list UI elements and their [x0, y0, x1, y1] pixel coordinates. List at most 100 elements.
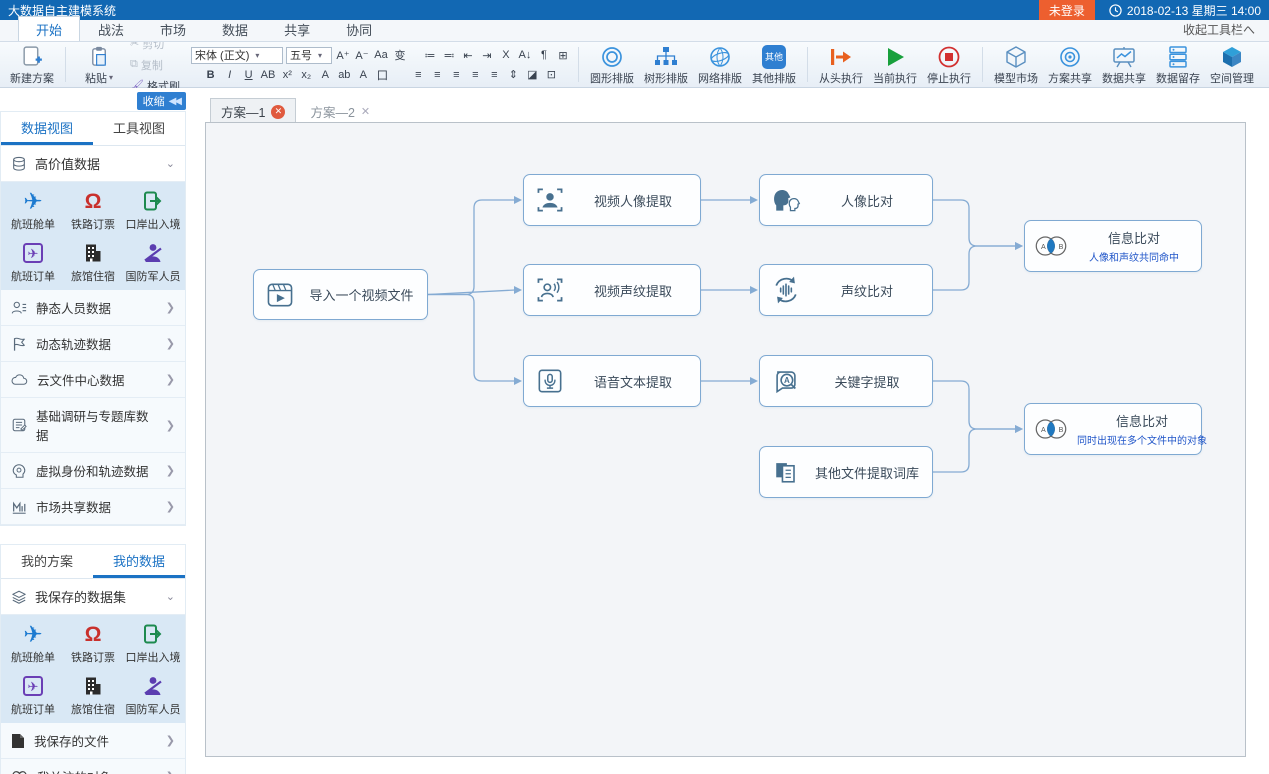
collapse-toolbar-button[interactable]: 收起工具栏へ	[1183, 21, 1255, 38]
login-status-badge[interactable]: 未登录	[1039, 0, 1095, 20]
section-high-value-data[interactable]: 高价值数据 ⌄	[1, 146, 185, 182]
font-style-button-2[interactable]: Aa	[373, 47, 389, 63]
model-market-button[interactable]: 模型市场	[990, 43, 1042, 87]
paste-icon	[88, 44, 111, 70]
paragraph-button-1[interactable]: ≕	[441, 47, 457, 63]
dataset-口岸出入境[interactable]: 口岸出入境	[123, 621, 183, 665]
flow-node-keyword-extract[interactable]: A关键字提取	[759, 355, 933, 407]
paragraph-align-button-2[interactable]: ≡	[448, 67, 464, 83]
section-saved-datasets[interactable]: 我保存的数据集 ⌄	[1, 579, 185, 615]
paragraph-align-button-1[interactable]: ≡	[429, 67, 445, 83]
copy-button[interactable]: ⧉复制	[127, 56, 183, 74]
paragraph-align-button-6[interactable]: ◪	[524, 67, 540, 83]
font-size-select[interactable]: 五号▾	[286, 47, 332, 64]
new-plan-button[interactable]: 新建方案	[6, 43, 58, 87]
close-tab-icon[interactable]: ✕	[271, 105, 285, 119]
dataset-航班订单[interactable]: ✈航班订单	[3, 673, 63, 717]
paragraph-button-2[interactable]: ⇤	[460, 47, 476, 63]
flow-node-face-extract[interactable]: 视频人像提取	[523, 174, 701, 226]
sidebar-tab-工具视图[interactable]: 工具视图	[93, 112, 185, 145]
sidebar-item-市场共享数据[interactable]: 市场共享数据❯	[1, 489, 185, 525]
dataset-铁路订票[interactable]: Ω铁路订票	[63, 188, 123, 232]
other-layout-button[interactable]: 其他其他排版	[748, 43, 800, 87]
font-format-button-4[interactable]: x²	[279, 67, 295, 83]
flow-node-other-files[interactable]: 其他文件提取词库	[759, 446, 933, 498]
flow-node-face-compare[interactable]: 人像比对	[759, 174, 933, 226]
close-tab-icon[interactable]: ✕	[361, 105, 370, 118]
paragraph-button-6[interactable]: ¶	[536, 47, 552, 63]
paragraph-align-button-0[interactable]: ≡	[410, 67, 426, 83]
sidebar-item-静态人员数据[interactable]: 静态人员数据❯	[1, 290, 185, 326]
data-share-button[interactable]: 数据共享	[1098, 43, 1150, 87]
sidebar-item-动态轨迹数据[interactable]: 动态轨迹数据❯	[1, 326, 185, 362]
paste-button[interactable]: 粘贴▾	[73, 43, 125, 87]
run-start-icon	[828, 44, 854, 70]
paragraph-align-button-4[interactable]: ≡	[486, 67, 502, 83]
dataset-航班订单[interactable]: ✈航班订单	[3, 240, 63, 284]
ribbon-tab-战法[interactable]: 战法	[80, 16, 142, 41]
font-format-button-9[interactable]: 囗	[374, 67, 390, 83]
sidebar-item-我保存的文件[interactable]: 我保存的文件❯	[1, 723, 185, 759]
plan-tab-2[interactable]: 方案—2✕	[300, 99, 380, 124]
circle-layout-button[interactable]: 圆形排版	[586, 43, 638, 87]
sidebar-tab-我的数据[interactable]: 我的数据	[93, 545, 185, 578]
paragraph-button-7[interactable]: ⊞	[555, 47, 571, 63]
flow-node-speech-text[interactable]: 语音文本提取	[523, 355, 701, 407]
plan-tab-1[interactable]: 方案—1✕	[210, 98, 296, 124]
network-layout-button[interactable]: 网络排版	[694, 43, 746, 87]
dataset-旅馆住宿[interactable]: 旅馆住宿	[63, 673, 123, 717]
paragraph-button-0[interactable]: ≔	[422, 47, 438, 63]
dataset-航班舱单[interactable]: ✈航班舱单	[3, 188, 63, 232]
stop-button[interactable]: 停止执行	[923, 43, 975, 87]
flow-node-info-compare-1[interactable]: AB信息比对人像和声纹共同命中	[1024, 220, 1202, 272]
ribbon-tab-市场[interactable]: 市场	[142, 16, 204, 41]
font-format-button-7[interactable]: ab	[336, 67, 352, 83]
sidebar-item-虚拟身份和轨迹数据[interactable]: 虚拟身份和轨迹数据❯	[1, 453, 185, 489]
tree-layout-button[interactable]: 树形排版	[640, 43, 692, 87]
paragraph-align-button-5[interactable]: ⇕	[505, 67, 521, 83]
plan-canvas[interactable]: 导入一个视频文件 视频人像提取视频声纹提取语音文本提取 人像比对声纹比对 A关键字提取…	[205, 122, 1246, 757]
sidebar-item-云文件中心数据[interactable]: 云文件中心数据❯	[1, 362, 185, 398]
font-format-button-6[interactable]: A	[317, 67, 333, 83]
font-family-select[interactable]: 宋体 (正文)▾	[191, 47, 283, 64]
font-format-button-3[interactable]: AB	[260, 67, 277, 83]
dataset-航班舱单[interactable]: ✈航班舱单	[3, 621, 63, 665]
data-retention-button[interactable]: 数据留存	[1152, 43, 1204, 87]
ribbon-tab-协同[interactable]: 协同	[328, 16, 390, 41]
dataset-口岸出入境[interactable]: 口岸出入境	[123, 188, 183, 232]
chevron-down-icon: ⌄	[166, 590, 175, 603]
plan-share-button[interactable]: 方案共享	[1044, 43, 1096, 87]
paragraph-button-3[interactable]: ⇥	[479, 47, 495, 63]
dataset-国防军人员[interactable]: 国防军人员	[123, 240, 183, 284]
dataset-国防军人员[interactable]: 国防军人员	[123, 673, 183, 717]
flow-node-voice-extract[interactable]: 视频声纹提取	[523, 264, 701, 316]
font-format-button-1[interactable]: I	[222, 67, 238, 83]
flow-node-info-compare-2[interactable]: AB信息比对同时出现在多个文件中的对象	[1024, 403, 1202, 455]
font-format-button-2[interactable]: U	[241, 67, 257, 83]
paragraph-align-button-7[interactable]: ⊡	[543, 67, 559, 83]
dataset-旅馆住宿[interactable]: 旅馆住宿	[63, 240, 123, 284]
run-current-button[interactable]: 当前执行	[869, 43, 921, 87]
sidebar-tab-我的方案[interactable]: 我的方案	[1, 545, 93, 578]
ribbon-tab-共享[interactable]: 共享	[266, 16, 328, 41]
flow-node-voice-compare[interactable]: 声纹比对	[759, 264, 933, 316]
sidebar-collapse-button[interactable]: 收缩 ◀◀	[137, 92, 186, 110]
ribbon-tab-开始[interactable]: 开始	[18, 16, 80, 41]
font-style-button-1[interactable]: A⁻	[354, 47, 370, 63]
sidebar-item-我关注的对象[interactable]: 我关注的对象❯	[1, 759, 185, 774]
flow-node-import[interactable]: 导入一个视频文件	[253, 269, 428, 320]
font-format-button-0[interactable]: B	[203, 67, 219, 83]
dataset-铁路订票[interactable]: Ω铁路订票	[63, 621, 123, 665]
space-manage-button[interactable]: 空间管理	[1206, 43, 1258, 87]
font-style-button-3[interactable]: 变	[392, 47, 408, 63]
font-style-button-0[interactable]: A⁺	[335, 47, 351, 63]
font-format-button-5[interactable]: x₂	[298, 67, 314, 83]
font-format-button-8[interactable]: A	[355, 67, 371, 83]
paragraph-button-4[interactable]: X	[498, 47, 514, 63]
sidebar-tab-数据视图[interactable]: 数据视图	[1, 112, 93, 145]
run-start-button[interactable]: 从头执行	[815, 43, 867, 87]
paragraph-button-5[interactable]: A↓	[517, 47, 533, 63]
paragraph-align-button-3[interactable]: ≡	[467, 67, 483, 83]
sidebar-item-基础调研与专题库数据[interactable]: 基础调研与专题库数据❯	[1, 398, 185, 453]
ribbon-tab-数据[interactable]: 数据	[204, 16, 266, 41]
